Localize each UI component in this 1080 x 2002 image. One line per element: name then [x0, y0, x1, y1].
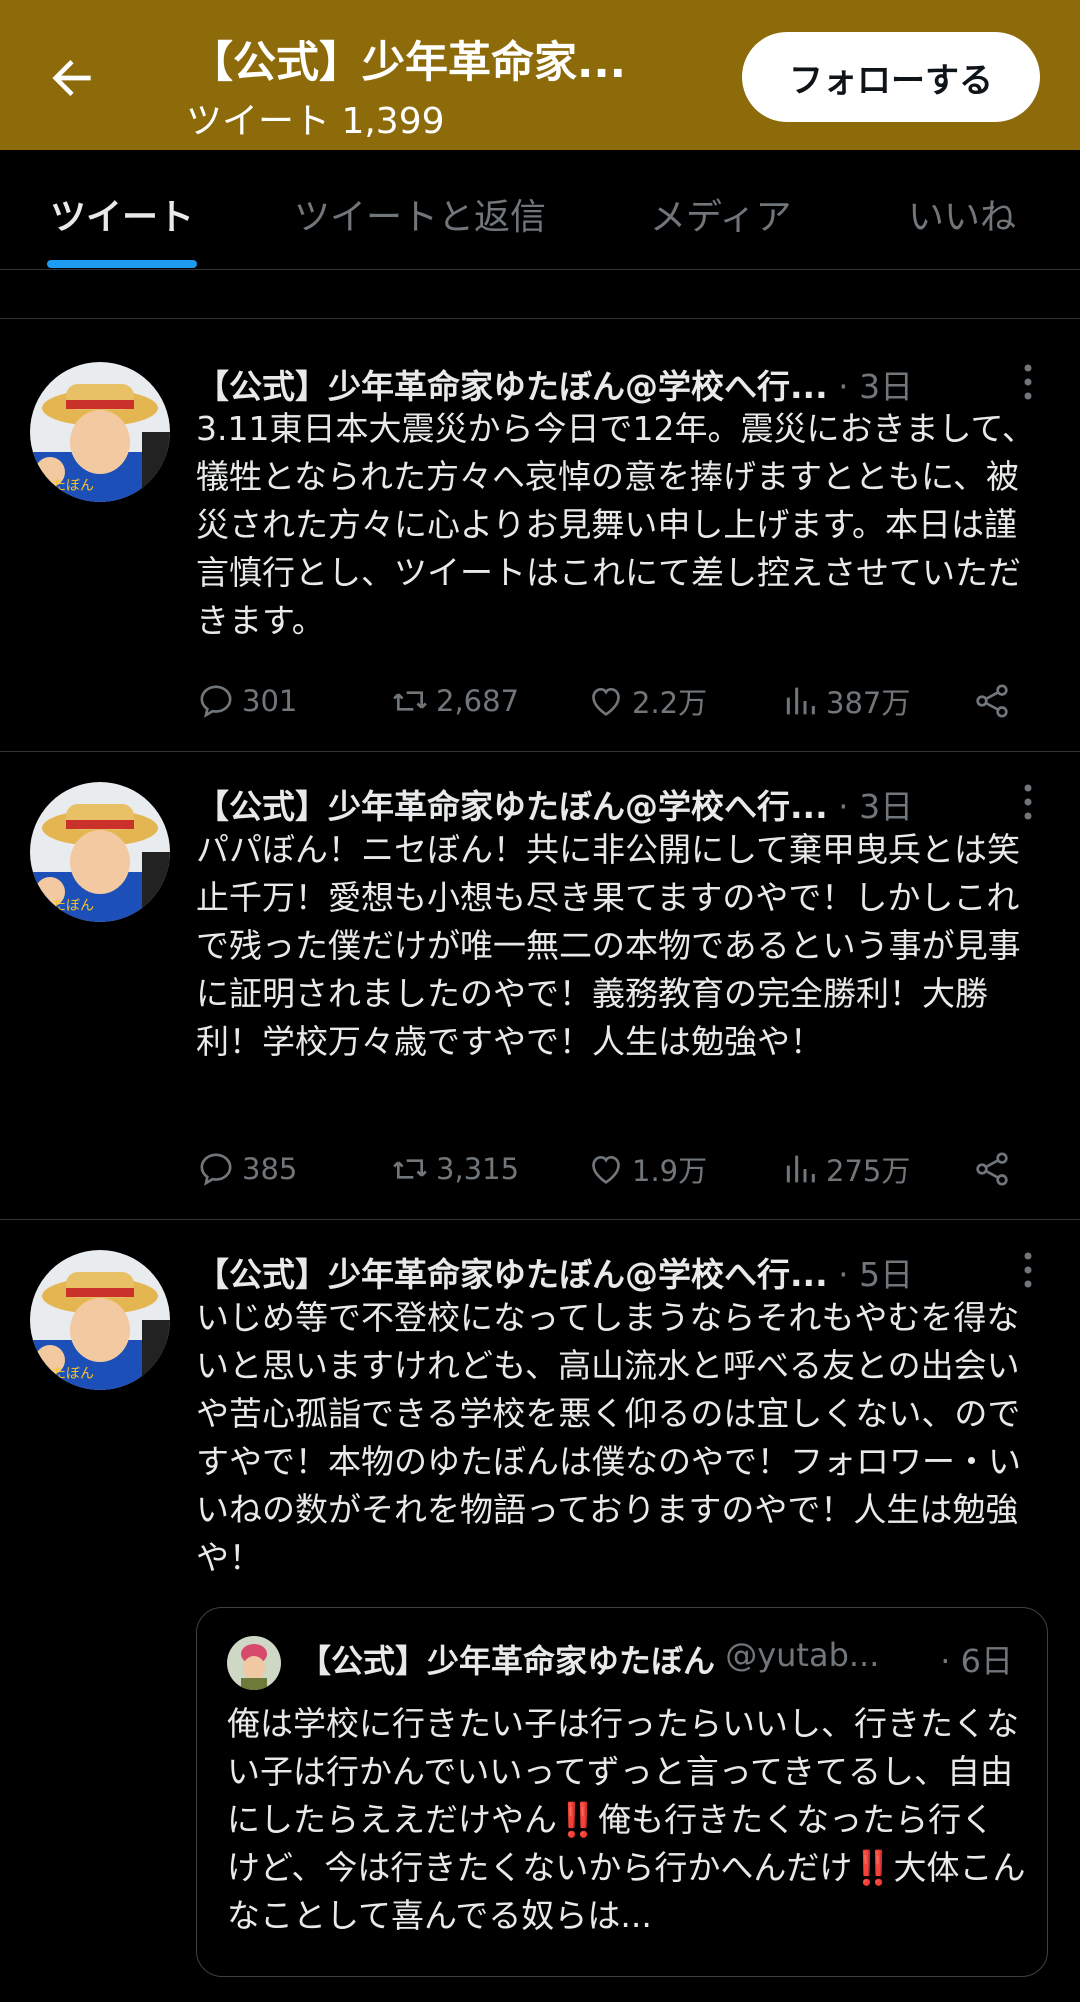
more-options-icon[interactable]	[1018, 1250, 1038, 1290]
view-count: 387万	[826, 686, 911, 720]
like-button[interactable]: 2.2万	[586, 676, 707, 726]
retweet-button[interactable]: 2,687	[390, 676, 519, 726]
active-tab-indicator	[47, 260, 197, 268]
share-button[interactable]	[972, 676, 1018, 726]
view-count: 275万	[826, 1154, 911, 1188]
tweet-header: 【公式】少年革命家ゆたぼん@学校へ行... · 5日	[196, 1248, 976, 1296]
quoted-author-name: 【公式】少年革命家ゆたぼん	[299, 1642, 716, 1680]
tweet-text: パパぼん！ニセぼん！共に非公開にして棄甲曳兵とは笑止千万！愛想も小想も尽き果てま…	[196, 830, 1021, 1061]
profile-title: 【公式】少年革命家...	[190, 38, 627, 88]
heart-icon	[592, 687, 620, 716]
tweet-header: 【公式】少年革命家ゆたぼん@学校へ行... · 3日	[196, 780, 976, 828]
retweet-icon	[393, 691, 427, 711]
retweet-count: 2,687	[436, 684, 520, 718]
tweet[interactable]: ゆたぼん 【公式】少年革命家ゆたぼん@学校へ行... · 3日 パパぼん！ニセぼ…	[0, 752, 1080, 1220]
share-button[interactable]	[972, 1144, 1018, 1194]
tweet-count: ツイート 1,399	[186, 101, 445, 142]
views-chart-icon	[786, 1155, 815, 1183]
reply-button[interactable]: 385	[196, 1144, 297, 1194]
retweet-icon	[393, 1159, 427, 1179]
tweet-time[interactable]: · 3日	[838, 360, 913, 408]
svg-text:ゆたぼん: ゆたぼん	[38, 898, 94, 914]
tab-tweets-and-replies[interactable]: ツイートと返信	[294, 188, 546, 240]
reply-icon	[200, 1153, 232, 1186]
profile-header: 【公式】少年革命家... ツイート 1,399 フォローする	[0, 0, 1080, 150]
svg-text:ゆたぼん: ゆたぼん	[38, 478, 94, 494]
tweet-time[interactable]: · 5日	[838, 1248, 913, 1296]
tab-media[interactable]: メディア	[650, 188, 791, 240]
tweet-text: いじめ等で不登校になってしまうならそれもやむを得ないと思いますけれども、高山流水…	[196, 1298, 1021, 1577]
tab-tweets[interactable]: ツイート	[50, 188, 194, 240]
more-options-icon[interactable]	[1018, 782, 1038, 822]
avatar[interactable]: ゆたぼん	[30, 1250, 170, 1390]
author-name[interactable]: 【公式】少年革命家ゆたぼん@学校へ行...	[196, 1248, 828, 1296]
quoted-tweet[interactable]: 【公式】少年革命家ゆたぼん @yutab... · 6日 俺は学校に行きたい子は…	[196, 1607, 1048, 1977]
quoted-text: 俺は学校に行きたい子は行ったらいいし、行きたくない子は行かんでいいってずっと言っ…	[227, 1704, 1026, 1935]
like-count: 1.9万	[632, 1154, 708, 1188]
tweet-text: 3.11東日本大震災から今日で12年。震災におきまして、犠牲となられた方々へ哀悼…	[196, 409, 1035, 640]
tweet-header: 【公式】少年革命家ゆたぼん@学校へ行... · 3日	[196, 360, 976, 408]
views-button[interactable]: 275万	[780, 1144, 910, 1194]
quoted-time: · 6日	[940, 1642, 1013, 1680]
share-icon	[976, 1152, 1008, 1186]
quoted-handle: @yutab...	[725, 1636, 880, 1674]
tab-likes[interactable]: いいね	[908, 188, 1016, 240]
views-button[interactable]: 387万	[780, 676, 910, 726]
quoted-avatar	[227, 1636, 281, 1690]
retweet-button[interactable]: 3,315	[390, 1144, 519, 1194]
tweet[interactable]: ゆたぼん 【公式】少年革命家ゆたぼん@学校へ行... · 3日 3.11東日本大…	[0, 320, 1080, 752]
reply-count: 301	[242, 684, 298, 718]
quoted-header: 【公式】少年革命家ゆたぼん @yutab... · 6日	[299, 1636, 1029, 1682]
like-button[interactable]: 1.9万	[586, 1144, 707, 1194]
like-count: 2.2万	[632, 686, 708, 720]
avatar[interactable]: ゆたぼん	[30, 782, 170, 922]
share-icon	[976, 684, 1008, 718]
author-name[interactable]: 【公式】少年革命家ゆたぼん@学校へ行...	[196, 780, 828, 828]
svg-text:ゆたぼん: ゆたぼん	[38, 1366, 94, 1382]
profile-tabs: ツイート ツイートと返信 メディア いいね	[0, 150, 1080, 270]
author-name[interactable]: 【公式】少年革命家ゆたぼん@学校へ行...	[196, 360, 828, 408]
more-options-icon[interactable]	[1018, 362, 1038, 402]
tweet-actions: 385 3,315 1.9万 275万	[196, 1144, 1036, 1194]
heart-icon	[592, 1155, 620, 1184]
divider	[0, 318, 1080, 319]
tweet-time[interactable]: · 3日	[838, 780, 913, 828]
retweet-count: 3,315	[436, 1152, 520, 1186]
tweet-actions: 301 2,687 2.2万 387万	[196, 676, 1036, 726]
reply-count: 385	[242, 1152, 298, 1186]
avatar[interactable]: ゆたぼん	[30, 362, 170, 502]
follow-button[interactable]: フォローする	[742, 32, 1040, 122]
views-chart-icon	[786, 687, 815, 715]
back-arrow-icon[interactable]	[44, 50, 100, 106]
reply-button[interactable]: 301	[196, 676, 297, 726]
reply-icon	[200, 685, 232, 718]
